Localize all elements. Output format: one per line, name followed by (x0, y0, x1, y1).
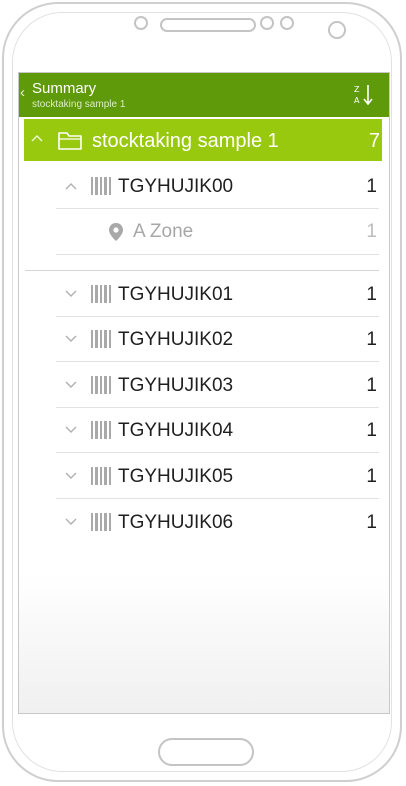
action-bar: ‹ Summary stocktaking sample 1 Z A (19, 73, 389, 117)
item-label: TGYHUJIK00 (118, 176, 234, 197)
item-count: 1 (366, 176, 377, 197)
list-item[interactable]: TGYHUJIK06 1 (19, 500, 389, 545)
barcode-icon (91, 421, 111, 439)
subitem-count: 1 (366, 221, 377, 242)
list-item[interactable]: TGYHUJIK00 1 (19, 164, 389, 209)
secondary-camera (328, 21, 346, 39)
row-divider (56, 498, 379, 499)
svg-text:Z: Z (354, 85, 360, 94)
list-item[interactable]: TGYHUJIK05 1 (19, 454, 389, 499)
earpiece-speaker (160, 18, 256, 32)
chevron-down-icon[interactable] (65, 335, 77, 343)
row-divider (56, 361, 379, 362)
item-label: TGYHUJIK05 (118, 466, 234, 487)
light-sensor (280, 16, 294, 30)
barcode-icon (91, 330, 111, 348)
chevron-down-icon[interactable] (65, 290, 77, 298)
item-count: 1 (366, 512, 377, 533)
list-item[interactable]: TGYHUJIK01 1 (19, 272, 389, 317)
item-count: 1 (366, 466, 377, 487)
item-label: TGYHUJIK03 (118, 375, 234, 396)
svg-text:A: A (354, 96, 360, 105)
item-label: TGYHUJIK04 (118, 420, 234, 441)
group-row[interactable]: stocktaking sample 1 7 (24, 119, 382, 161)
folder-icon (58, 132, 82, 150)
row-divider (56, 452, 379, 453)
front-camera (134, 16, 148, 30)
page-subtitle: stocktaking sample 1 (32, 99, 126, 110)
barcode-icon (91, 285, 111, 303)
chevron-down-icon[interactable] (65, 472, 77, 480)
list-item[interactable]: TGYHUJIK03 1 (19, 363, 389, 408)
home-button[interactable] (158, 738, 254, 766)
proximity-sensor (260, 16, 274, 30)
item-count: 1 (366, 284, 377, 305)
item-label: TGYHUJIK06 (118, 512, 234, 533)
item-label: TGYHUJIK02 (118, 329, 234, 350)
chevron-down-icon[interactable] (65, 381, 77, 389)
item-count: 1 (366, 329, 377, 350)
group-count: 7 (368, 130, 380, 152)
subitem-row[interactable]: A Zone 1 (19, 209, 389, 255)
item-count: 1 (366, 375, 377, 396)
chevron-up-icon[interactable] (65, 182, 77, 190)
sort-z-a-icon[interactable]: Z A (352, 82, 376, 108)
section-divider (25, 270, 379, 271)
row-divider (56, 254, 379, 255)
barcode-icon (91, 467, 111, 485)
barcode-icon (91, 177, 111, 195)
subitem-label: A Zone (133, 221, 194, 242)
item-label: TGYHUJIK01 (118, 284, 234, 305)
app-screen: ‹ Summary stocktaking sample 1 Z A stock… (18, 72, 390, 714)
barcode-icon (91, 376, 111, 394)
barcode-icon (91, 513, 111, 531)
list-item[interactable]: TGYHUJIK04 1 (19, 408, 389, 453)
chevron-down-icon[interactable] (65, 426, 77, 434)
chevron-left-icon[interactable]: ‹ (20, 84, 25, 102)
chevron-up-icon[interactable] (31, 134, 43, 142)
page-title[interactable]: Summary (32, 80, 96, 98)
list-item[interactable]: TGYHUJIK02 1 (19, 317, 389, 362)
location-pin-icon (109, 223, 123, 241)
chevron-down-icon[interactable] (65, 518, 77, 526)
group-label: stocktaking sample 1 (92, 130, 279, 152)
item-count: 1 (366, 420, 377, 441)
